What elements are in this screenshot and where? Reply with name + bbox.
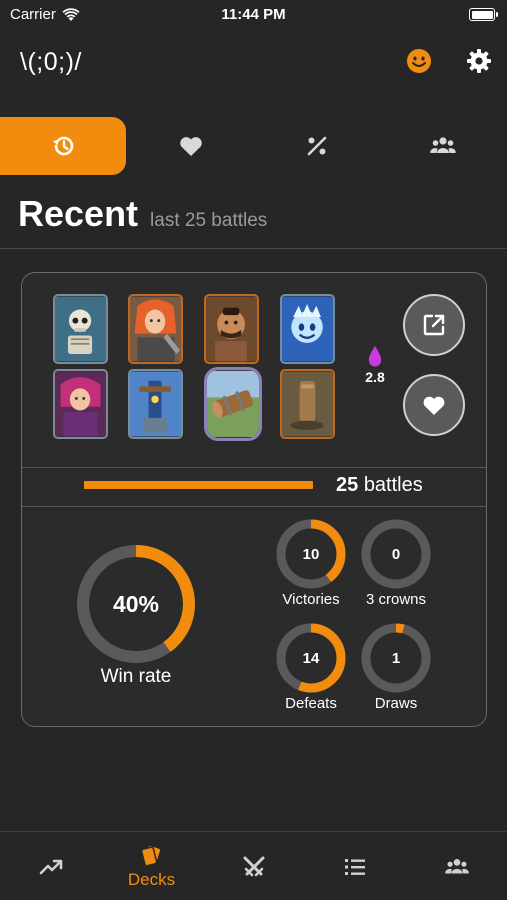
defeats-value: 14 (302, 649, 320, 667)
tab-percent[interactable] (254, 117, 380, 175)
three-crowns-label: 3 crowns (365, 591, 427, 608)
draws-value: 1 (391, 649, 401, 667)
nav-trends[interactable] (0, 832, 101, 900)
draws-ring: 1 (360, 622, 432, 694)
bottom-tab-bar: Decks (0, 831, 507, 900)
app-logo: \(;0;)/ (20, 48, 82, 76)
skeletons-card-icon (55, 296, 106, 362)
victories-value: 10 (302, 545, 320, 563)
win-rate-ring: 40% (74, 542, 198, 666)
deck-stats-card: 2.8 25 battles 40% Win rate 10 Victories… (21, 272, 487, 727)
heart-icon (423, 396, 445, 415)
three-crowns-ring: 0 (360, 518, 432, 590)
header-divider (0, 248, 507, 249)
avg-elixir: 2.8 (360, 345, 390, 385)
hog-rider-card-icon (206, 296, 257, 362)
clock: 11:44 PM (221, 6, 286, 23)
open-deck-button[interactable] (403, 294, 465, 356)
battles-row: 25 battles (22, 467, 486, 507)
list-icon (344, 858, 365, 875)
deck-card[interactable] (128, 369, 183, 439)
page-title: Recent (18, 193, 139, 234)
tab-recent[interactable] (0, 117, 126, 175)
nav-decks[interactable]: Decks (101, 832, 202, 900)
win-rate-value: 40% (112, 590, 160, 617)
status-bar: Carrier 11:44 PM (0, 0, 507, 30)
tombstone-card-icon (282, 371, 333, 437)
battles-count: 25 battles (336, 474, 423, 497)
deck-card[interactable] (128, 294, 183, 364)
crossed-swords-icon (243, 856, 264, 876)
battles-count-value: 25 (336, 474, 359, 496)
card-divider (22, 506, 486, 507)
deck-card[interactable] (53, 369, 108, 439)
history-icon (53, 136, 74, 156)
elixir-drop-icon (368, 346, 382, 367)
tab-favorites[interactable] (128, 117, 254, 175)
smiley-icon (407, 49, 431, 73)
deck-card[interactable] (280, 294, 335, 364)
three-crowns-value: 0 (391, 545, 401, 563)
deck-card[interactable] (280, 369, 335, 439)
battery-icon (469, 8, 498, 21)
battles-count-label: battles (363, 474, 423, 496)
nav-decks-label: Decks (127, 870, 176, 889)
log-card-icon (207, 370, 259, 438)
section-heading: Recent last 25 battles (18, 193, 267, 235)
nav-clan[interactable] (406, 832, 507, 900)
trending-icon (39, 859, 62, 874)
ice-spirit-card-icon (282, 296, 333, 362)
open-external-icon (423, 314, 445, 336)
nav-list[interactable] (304, 832, 405, 900)
percent-icon (307, 136, 327, 156)
heart-icon (180, 137, 202, 156)
filter-tabs (0, 117, 507, 175)
deck-card[interactable] (53, 294, 108, 364)
win-rate-label: Win rate (100, 666, 172, 687)
defeats-ring: 14 (275, 622, 347, 694)
valkyrie-card-icon (130, 296, 181, 362)
emoji-button[interactable] (406, 48, 432, 74)
battles-bar (84, 481, 313, 489)
deck-card[interactable] (204, 294, 259, 364)
tab-clan[interactable] (380, 117, 506, 175)
x-bow-card-icon (130, 371, 181, 437)
favorite-deck-button[interactable] (403, 374, 465, 436)
group-icon (444, 858, 469, 873)
victories-ring: 10 (275, 518, 347, 590)
deck-card[interactable] (204, 367, 262, 441)
avg-elixir-value: 2.8 (365, 369, 385, 385)
settings-button[interactable] (465, 47, 493, 75)
archer-card-icon (55, 371, 106, 437)
gear-icon (467, 49, 491, 73)
group-icon (430, 137, 456, 153)
draws-label: Draws (374, 695, 418, 712)
page-subtitle: last 25 battles (150, 210, 268, 231)
app-bar: \(;0;)/ (0, 40, 507, 80)
decks-icon (140, 846, 160, 867)
nav-battles[interactable] (203, 832, 304, 900)
